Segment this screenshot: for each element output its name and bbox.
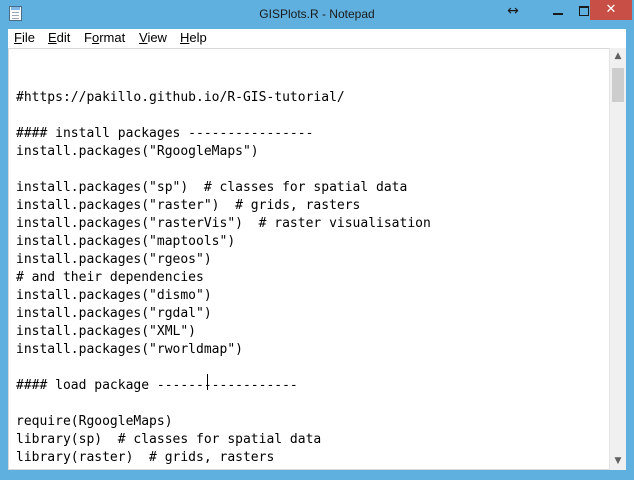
editor-line[interactable]: install.packages("rgeos"): [16, 251, 431, 269]
notepad-window: GISPlots.R - Notepad ↔ ✕ File Edit Forma…: [0, 0, 634, 480]
editor-line[interactable]: [16, 359, 431, 377]
editor-line[interactable]: #### install packages ----------------: [16, 125, 431, 143]
editor-line[interactable]: install.packages("XML"): [16, 323, 431, 341]
editor-line[interactable]: #### load package ------------------: [16, 377, 431, 395]
editor-line[interactable]: [16, 107, 431, 125]
editor-line[interactable]: [16, 161, 431, 179]
close-button[interactable]: ✕: [590, 0, 632, 20]
editor-text[interactable]: #https://pakillo.github.io/R-GIS-tutoria…: [16, 89, 431, 467]
menu-view[interactable]: View: [139, 30, 167, 45]
menu-edit[interactable]: Edit: [48, 30, 70, 45]
editor-line[interactable]: install.packages("rgdal"): [16, 305, 431, 323]
scroll-down-arrow-icon[interactable]: ▼: [610, 453, 626, 470]
minimize-button[interactable]: [545, 1, 571, 21]
editor-line[interactable]: #https://pakillo.github.io/R-GIS-tutoria…: [16, 89, 431, 107]
editor-line[interactable]: require(RgoogleMaps): [16, 413, 431, 431]
menu-format[interactable]: Format: [84, 30, 125, 45]
vertical-scrollbar[interactable]: ▲ ▼: [609, 48, 626, 470]
scroll-up-arrow-icon[interactable]: ▲: [610, 48, 626, 65]
text-editor-area[interactable]: #https://pakillo.github.io/R-GIS-tutoria…: [8, 48, 609, 470]
editor-line[interactable]: install.packages("rasterVis") # raster v…: [16, 215, 431, 233]
editor-line[interactable]: [16, 395, 431, 413]
editor-line[interactable]: install.packages("raster") # grids, rast…: [16, 197, 431, 215]
editor-line[interactable]: install.packages("rworldmap"): [16, 341, 431, 359]
scrollbar-thumb[interactable]: [612, 68, 624, 102]
menu-file[interactable]: File: [14, 30, 35, 45]
editor-line[interactable]: install.packages("dismo"): [16, 287, 431, 305]
text-caret: [207, 374, 208, 390]
editor-line[interactable]: install.packages("RgoogleMaps"): [16, 143, 431, 161]
editor-line[interactable]: install.packages("sp") # classes for spa…: [16, 179, 431, 197]
title-bar[interactable]: GISPlots.R - Notepad ↔ ✕: [0, 0, 634, 29]
menu-help[interactable]: Help: [180, 30, 207, 45]
resize-arrows-icon: ↔: [507, 3, 519, 19]
menu-bar: File Edit Format View Help: [8, 29, 626, 49]
editor-line[interactable]: install.packages("maptools"): [16, 233, 431, 251]
editor-line[interactable]: library(sp) # classes for spatial data: [16, 431, 431, 449]
editor-line[interactable]: library(raster) # grids, rasters: [16, 449, 431, 467]
window-title: GISPlots.R - Notepad: [259, 7, 375, 21]
editor-line[interactable]: # and their dependencies: [16, 269, 431, 287]
